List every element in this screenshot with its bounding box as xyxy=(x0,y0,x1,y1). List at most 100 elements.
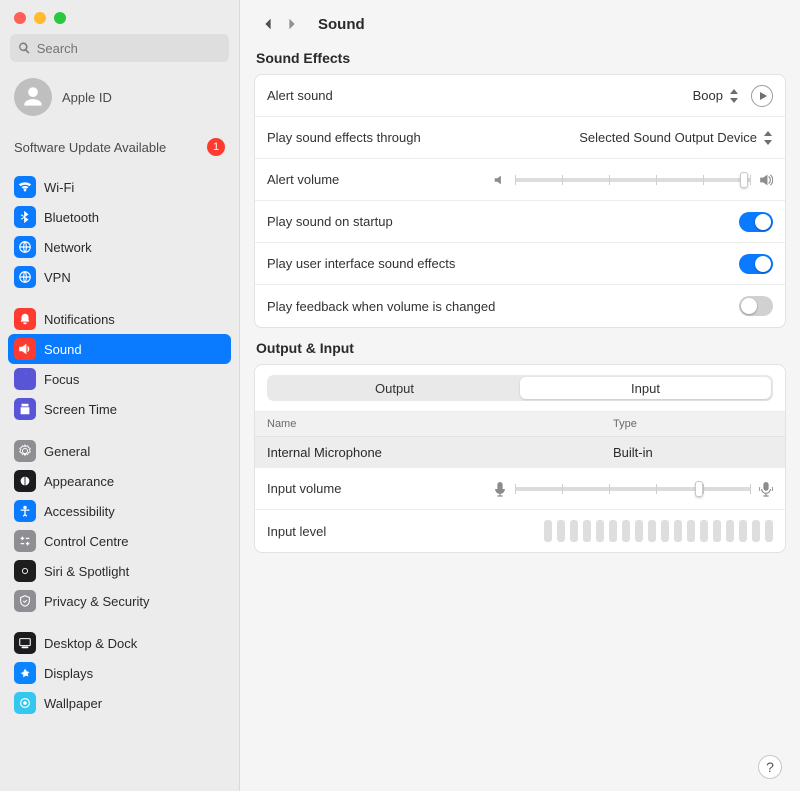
sidebar-item-label: Accessibility xyxy=(44,504,115,519)
help-button[interactable]: ? xyxy=(758,755,782,779)
software-update-row[interactable]: Software Update Available 1 xyxy=(0,128,239,170)
stepper-icon xyxy=(729,89,739,103)
back-button[interactable] xyxy=(256,12,280,36)
play-through-popup[interactable]: Selected Sound Output Device xyxy=(579,130,773,145)
header: Sound xyxy=(254,12,786,36)
sidebar-item-label: VPN xyxy=(44,270,71,285)
sidebar-item-focus[interactable]: Focus xyxy=(8,364,231,394)
alert-volume-label: Alert volume xyxy=(267,172,339,187)
tab-output[interactable]: Output xyxy=(269,377,520,399)
sidebar-item-label: Screen Time xyxy=(44,402,117,417)
zoom-window-button[interactable] xyxy=(54,12,66,24)
ctrl-icon xyxy=(14,530,36,552)
sidebar-item-label: Focus xyxy=(44,372,79,387)
sidebar-item-desktop-dock[interactable]: Desktop & Dock xyxy=(8,628,231,658)
dock-icon xyxy=(14,632,36,654)
search-input[interactable] xyxy=(37,41,221,56)
wifi-icon xyxy=(14,176,36,198)
input-volume-label: Input volume xyxy=(267,481,341,496)
avatar-icon xyxy=(14,78,52,116)
speaker-low-icon xyxy=(493,173,507,187)
sidebar-item-bluetooth[interactable]: Bluetooth xyxy=(8,202,231,232)
startup-sound-toggle[interactable] xyxy=(739,212,773,232)
sidebar-item-wallpaper[interactable]: Wallpaper xyxy=(8,688,231,718)
gen-icon xyxy=(14,440,36,462)
ui-sound-effects-row: Play user interface sound effects xyxy=(255,243,785,285)
play-alert-button[interactable] xyxy=(751,85,773,107)
chevron-left-icon xyxy=(262,17,274,31)
sidebar-item-label: Wi-Fi xyxy=(44,180,74,195)
sidebar-item-label: Desktop & Dock xyxy=(44,636,137,651)
mic-low-icon xyxy=(493,481,507,497)
sidebar-item-network[interactable]: Network xyxy=(8,232,231,262)
sidebar-item-label: Bluetooth xyxy=(44,210,99,225)
play-through-value: Selected Sound Output Device xyxy=(579,130,757,145)
apple-id-row[interactable]: Apple ID xyxy=(0,72,239,128)
sidebar-item-label: Notifications xyxy=(44,312,115,327)
search-field[interactable] xyxy=(10,34,229,62)
sidebar-item-label: Wallpaper xyxy=(44,696,102,711)
sidebar-item-sound[interactable]: Sound xyxy=(8,334,231,364)
focus-icon xyxy=(14,368,36,390)
alert-sound-popup[interactable]: Boop xyxy=(693,88,739,103)
sound-icon xyxy=(14,338,36,360)
sidebar-item-accessibility[interactable]: Accessibility xyxy=(8,496,231,526)
notif-icon xyxy=(14,308,36,330)
input-level-meter xyxy=(544,520,773,542)
device-type: Built-in xyxy=(613,445,773,460)
search-icon xyxy=(18,41,31,55)
sidebar-item-label: Sound xyxy=(44,342,82,357)
sidebar-item-vpn[interactable]: VPN xyxy=(8,262,231,292)
chevron-right-icon xyxy=(286,17,298,31)
input-level-row: Input level xyxy=(255,510,785,552)
close-window-button[interactable] xyxy=(14,12,26,24)
ui-sound-effects-toggle[interactable] xyxy=(739,254,773,274)
minimize-window-button[interactable] xyxy=(34,12,46,24)
sidebar-item-wi-fi[interactable]: Wi-Fi xyxy=(8,172,231,202)
sidebar-item-label: Siri & Spotlight xyxy=(44,564,129,579)
alert-sound-row: Alert sound Boop xyxy=(255,75,785,117)
acc-icon xyxy=(14,500,36,522)
wall-icon xyxy=(14,692,36,714)
sidebar-item-label: Displays xyxy=(44,666,93,681)
input-level-label: Input level xyxy=(267,524,326,539)
device-table-header: Name Type xyxy=(255,412,785,437)
screen-icon xyxy=(14,398,36,420)
col-type: Type xyxy=(613,418,773,430)
apple-id-label: Apple ID xyxy=(62,90,112,105)
sidebar-item-privacy-security[interactable]: Privacy & Security xyxy=(8,586,231,616)
tab-input[interactable]: Input xyxy=(520,377,771,399)
sidebar-item-label: Control Centre xyxy=(44,534,129,549)
sidebar-item-label: General xyxy=(44,444,90,459)
sidebar-item-displays[interactable]: Displays xyxy=(8,658,231,688)
sidebar-item-screen-time[interactable]: Screen Time xyxy=(8,394,231,424)
startup-sound-label: Play sound on startup xyxy=(267,214,393,229)
stepper-icon xyxy=(763,131,773,145)
sidebar-item-general[interactable]: General xyxy=(8,436,231,466)
sidebar-item-label: Network xyxy=(44,240,92,255)
software-update-badge: 1 xyxy=(207,138,225,156)
siri-icon xyxy=(14,560,36,582)
volume-feedback-toggle[interactable] xyxy=(739,296,773,316)
sidebar-item-notifications[interactable]: Notifications xyxy=(8,304,231,334)
sidebar-item-appearance[interactable]: Appearance xyxy=(8,466,231,496)
col-name: Name xyxy=(267,418,613,430)
sidebar: Apple ID Software Update Available 1 Wi-… xyxy=(0,0,240,791)
sidebar-item-control-centre[interactable]: Control Centre xyxy=(8,526,231,556)
alert-volume-slider[interactable] xyxy=(515,178,751,182)
sidebar-item-label: Privacy & Security xyxy=(44,594,149,609)
software-update-label: Software Update Available xyxy=(14,140,166,155)
device-row[interactable]: Internal MicrophoneBuilt-in xyxy=(255,437,785,468)
input-volume-slider[interactable] xyxy=(515,487,751,491)
volume-feedback-label: Play feedback when volume is changed xyxy=(267,299,495,314)
sidebar-item-siri-spotlight[interactable]: Siri & Spotlight xyxy=(8,556,231,586)
output-input-tabs: Output Input xyxy=(267,375,773,401)
page-title: Sound xyxy=(318,16,365,33)
sound-effects-card: Alert sound Boop Play sound effects thro… xyxy=(254,74,786,328)
section-title-output-input: Output & Input xyxy=(256,340,786,356)
speaker-high-icon xyxy=(759,173,773,187)
vpn-icon xyxy=(14,266,36,288)
ui-sound-effects-label: Play user interface sound effects xyxy=(267,256,455,271)
priv-icon xyxy=(14,590,36,612)
forward-button[interactable] xyxy=(280,12,304,36)
